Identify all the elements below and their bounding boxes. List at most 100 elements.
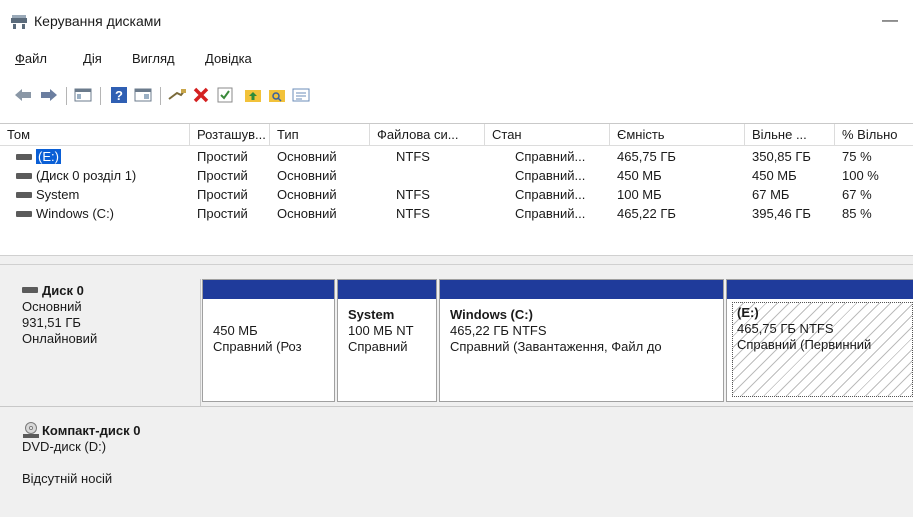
minimize-button[interactable]: — (875, 6, 905, 36)
partition-size: 465,75 ГБ NTFS (737, 321, 834, 336)
capacity-cell: 465,22 ГБ (617, 206, 676, 221)
filesystem-cell: NTFS (396, 187, 430, 202)
column-header-filesystem[interactable]: Файлова си... (370, 124, 485, 146)
type-cell: Основний (277, 168, 337, 183)
menu-help[interactable]: Довідка (205, 48, 252, 70)
partition-size: 450 МБ (213, 323, 258, 338)
free-space-cell: 395,46 ГБ (752, 206, 811, 221)
column-header-type[interactable]: Тип (270, 124, 370, 146)
volume-name-cell: System (16, 185, 188, 204)
cdrom-0-label[interactable]: Компакт-диск 0 DVD-диск (D:) Відсутній н… (0, 413, 200, 487)
column-header-volume[interactable]: Том (0, 124, 190, 146)
partition-name: System (348, 307, 395, 322)
partition-status: Справний (Роз (213, 339, 302, 354)
volume-icon (16, 172, 32, 179)
percent-free-cell: 75 % (842, 149, 872, 164)
type-cell: Основний (277, 206, 337, 221)
toolbar: ? (0, 80, 913, 110)
capacity-cell: 450 МБ (617, 168, 662, 183)
partition-bar (727, 280, 913, 299)
menu-view[interactable]: Вигляд (132, 48, 175, 70)
partition-status: Справний (Завантаження, Файл до (450, 339, 662, 354)
title-bar: Керування дисками — (0, 0, 913, 44)
disk-icon (22, 287, 38, 293)
window-title: Керування дисками (34, 13, 162, 29)
volume-icon (16, 210, 32, 217)
status-cell: Справний... (515, 206, 586, 221)
settings-list-icon[interactable] (290, 84, 312, 106)
volume-icon (16, 191, 32, 198)
partition-body: (E:) 465,75 ГБ NTFS Справний (Первинний (732, 302, 913, 397)
partition-name: (E:) (737, 305, 759, 320)
toolbar-separator (66, 87, 67, 105)
back-arrow-icon[interactable] (12, 84, 34, 106)
cdrom-status: Відсутній носій (22, 471, 113, 486)
table-row[interactable]: (Диск 0 розділ 1) Простий Основний Справ… (0, 166, 913, 185)
table-row[interactable]: Windows (C:) Простий Основний NTFS Справ… (0, 204, 913, 223)
partition-body: System 100 МБ NT Справний (343, 304, 432, 397)
type-cell: Основний (277, 149, 337, 164)
percent-free-cell: 85 % (842, 206, 872, 221)
column-header-layout[interactable]: Розташув... (190, 124, 270, 146)
table-row[interactable]: System Простий Основний NTFS Справний...… (0, 185, 913, 204)
folder-up-icon[interactable] (242, 84, 264, 106)
column-header-status[interactable]: Стан (485, 124, 610, 146)
volume-name-cell: (Диск 0 розділ 1) (16, 166, 188, 185)
help-icon[interactable]: ? (108, 84, 130, 106)
connect-icon[interactable] (166, 84, 188, 106)
partition-recovery[interactable]: 450 МБ Справний (Роз (202, 279, 335, 402)
properties-pane-icon[interactable] (132, 84, 154, 106)
disk-graphical-view: Диск 0 Основний 931,51 ГБ Онлайновий 450… (0, 265, 913, 517)
filesystem-cell: NTFS (396, 206, 430, 221)
cdrom-type: DVD-диск (D:) (22, 439, 107, 454)
toolbar-separator (100, 87, 101, 105)
filesystem-cell: NTFS (396, 149, 430, 164)
free-space-cell: 350,85 ГБ (752, 149, 811, 164)
cdrom-media-area[interactable] (200, 407, 913, 517)
cdrom-icon (22, 421, 40, 439)
disk-management-icon (10, 14, 28, 30)
volume-name-cell: (E:) (16, 147, 188, 166)
menu-file[interactable]: Файл (15, 48, 47, 70)
cdrom-name: Компакт-диск 0 (42, 423, 141, 438)
partition-body: 450 МБ Справний (Роз (208, 320, 330, 397)
column-header-percent-free[interactable]: % Вільно (835, 124, 913, 146)
disk-size: 931,51 ГБ (22, 315, 81, 330)
free-space-cell: 450 МБ (752, 168, 797, 183)
disk-type: Основний (22, 299, 82, 314)
delete-icon[interactable] (190, 84, 212, 106)
forward-arrow-icon[interactable] (38, 84, 60, 106)
table-row[interactable]: (E:) Простий Основний NTFS Справний... 4… (0, 147, 913, 166)
menu-action[interactable]: Дія (83, 48, 102, 70)
column-header-capacity[interactable]: Ємність (610, 124, 745, 146)
volume-icon (16, 153, 32, 160)
partition-windows[interactable]: Windows (C:) 465,22 ГБ NTFS Справний (За… (439, 279, 724, 402)
partition-status: Справний (Первинний (737, 337, 872, 352)
disk-name: Диск 0 (42, 283, 84, 298)
partition-status: Справний (348, 339, 408, 354)
partition-bar (203, 280, 334, 299)
check-icon[interactable] (214, 84, 236, 106)
pane-splitter[interactable] (0, 255, 913, 265)
partition-system[interactable]: System 100 МБ NT Справний (337, 279, 437, 402)
percent-free-cell: 67 % (842, 187, 872, 202)
status-cell: Справний... (515, 168, 586, 183)
column-header-free-space[interactable]: Вільне ... (745, 124, 835, 146)
search-folder-icon[interactable] (266, 84, 288, 106)
capacity-cell: 465,75 ГБ (617, 149, 676, 164)
layout-cell: Простий (197, 149, 248, 164)
disk-0-label[interactable]: Диск 0 Основний 931,51 ГБ Онлайновий (0, 279, 200, 411)
partition-body: Windows (C:) 465,22 ГБ NTFS Справний (За… (445, 304, 719, 397)
status-cell: Справний... (515, 149, 586, 164)
percent-free-cell: 100 % (842, 168, 879, 183)
toolbar-separator (160, 87, 161, 105)
partition-bar (338, 280, 436, 299)
status-cell: Справний... (515, 187, 586, 202)
layout-cell: Простий (197, 206, 248, 221)
partition-size: 465,22 ГБ NTFS (450, 323, 547, 338)
partition-e[interactable]: (E:) 465,75 ГБ NTFS Справний (Первинний (726, 279, 913, 402)
console-tree-icon[interactable] (72, 84, 94, 106)
svg-text:?: ? (115, 88, 123, 103)
free-space-cell: 67 МБ (752, 187, 790, 202)
volume-list: Том Розташув... Тип Файлова си... Стан Є… (0, 123, 913, 253)
